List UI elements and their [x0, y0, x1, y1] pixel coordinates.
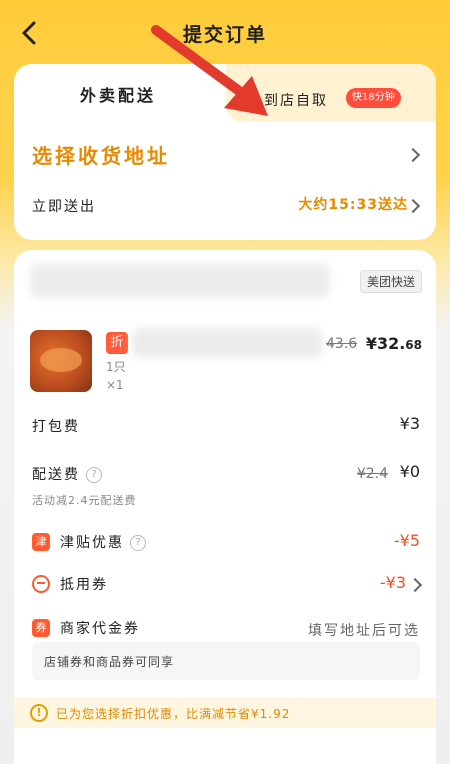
exclamation-icon: ! — [30, 704, 48, 722]
item-price: ¥32.68 — [366, 334, 422, 353]
original-price: 43.6 — [326, 336, 358, 352]
voucher-label: 商家代金券 — [60, 621, 140, 637]
pickup-badge: 快18分钟 — [346, 88, 401, 108]
delivery-fee-row: 配送费? — [32, 464, 102, 484]
subsidy-row: 津贴优惠? — [60, 532, 146, 552]
price-cents: 68 — [405, 338, 422, 352]
discount-tag: 折 — [106, 332, 128, 354]
help-icon[interactable]: ? — [86, 467, 102, 483]
voucher-value[interactable]: 填写地址后可选 — [308, 620, 420, 640]
coupon-value[interactable]: -¥3 — [380, 573, 406, 592]
discount-tip-bar: ! 已为您选择折扣优惠，比满减节省¥1.92 — [14, 698, 436, 728]
subsidy-icon: 津 — [32, 533, 50, 551]
item-name-blurred — [132, 328, 322, 358]
coupon-note-box: 店铺券和商品券可同享 — [32, 642, 420, 680]
top-bar: 提交订单 — [0, 0, 450, 64]
help-icon[interactable]: ? — [130, 535, 146, 551]
item-spec: 1只 — [106, 360, 126, 374]
delivery-fee-label: 配送费 — [32, 467, 80, 483]
order-card: 美团快送 折 1只 ×1 43.6 ¥32.68 打包费 ¥3 配送费? ¥2.… — [14, 250, 436, 764]
subsidy-value: -¥5 — [393, 531, 420, 550]
delivery-fee-value: ¥0 — [399, 462, 420, 481]
chevron-right-icon — [407, 577, 423, 593]
delivery-fee-note: 活动减2.4元配送费 — [32, 494, 137, 507]
coupon-envelope-icon — [32, 575, 50, 593]
delivery-fee-original: ¥2.4 — [356, 466, 388, 482]
discount-tip-text: 已为您选择折扣优惠，比满减节省¥1.92 — [56, 707, 291, 721]
food-image[interactable] — [30, 330, 92, 392]
voucher-icon: 券 — [32, 619, 50, 637]
deliver-now-label: 立即送出 — [32, 199, 96, 215]
item-count: ×1 — [106, 378, 124, 392]
coupon-label[interactable]: 抵用券 — [60, 574, 108, 594]
price-main: ¥32. — [365, 334, 406, 353]
delivery-card: 外卖配送 到店自取 快18分钟 选择收货地址 立即送出 大约15:33送达 — [14, 64, 436, 240]
packing-fee-label: 打包费 — [32, 419, 80, 435]
eta-text[interactable]: 大约15:33送达 — [298, 194, 408, 214]
shop-name-blurred — [30, 264, 330, 298]
tab-pickup[interactable]: 到店自取 快18分钟 — [226, 64, 436, 122]
select-address-button[interactable]: 选择收货地址 — [32, 140, 170, 169]
packing-fee-value: ¥3 — [399, 414, 420, 433]
page-title: 提交订单 — [182, 24, 267, 46]
chevron-right-icon — [405, 147, 421, 163]
subsidy-label: 津贴优惠 — [60, 535, 124, 551]
delivery-type-tag: 美团快送 — [359, 270, 422, 293]
tab-delivery-label: 外卖配送 — [80, 86, 157, 105]
tab-delivery[interactable]: 外卖配送 — [14, 64, 226, 122]
chevron-right-icon — [405, 198, 421, 214]
tab-pickup-label: 到店自取 — [264, 93, 328, 109]
